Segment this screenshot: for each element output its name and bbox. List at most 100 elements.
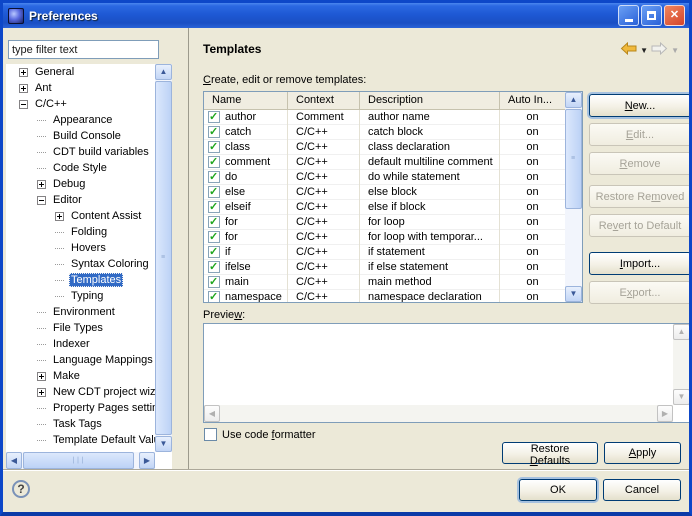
template-enabled-checkbox[interactable]	[208, 246, 220, 258]
help-button[interactable]: ?	[12, 480, 30, 498]
use-code-formatter-checkbox[interactable]	[204, 428, 217, 441]
scroll-down-icon[interactable]: ▼	[155, 436, 172, 452]
expand-icon[interactable]	[37, 180, 46, 189]
scrollbar-thumb[interactable]: ≡	[155, 81, 172, 435]
table-row[interactable]: elseifC/C++else if blockon	[204, 200, 566, 215]
table-row[interactable]: namespaceC/C++namespace declarationon	[204, 290, 566, 302]
scroll-down-icon[interactable]: ▼	[565, 286, 582, 302]
scrollbar-thumb[interactable]: ≡	[565, 109, 582, 209]
collapse-icon[interactable]	[19, 100, 28, 109]
tree-item-editor[interactable]: Editor	[6, 192, 155, 208]
scroll-up-icon[interactable]: ▲	[673, 324, 690, 340]
preview-vertical-scrollbar[interactable]: ▲ ▼	[673, 324, 690, 405]
tree-item-folding[interactable]: Folding	[6, 224, 155, 240]
tree-item-task-tags[interactable]: Task Tags	[6, 416, 155, 432]
expand-icon[interactable]	[55, 212, 64, 221]
preview-horizontal-scrollbar[interactable]: ◀ ▶	[204, 405, 673, 422]
revert-to-default-button[interactable]: Revert to Default	[589, 214, 691, 237]
close-button[interactable]: ✕	[664, 5, 685, 26]
expand-icon[interactable]	[19, 68, 28, 77]
export-button[interactable]: Export...	[589, 281, 691, 304]
tree-item-build-console[interactable]: Build Console	[6, 128, 155, 144]
preview-pane[interactable]: ▲ ▼ ◀ ▶	[203, 323, 691, 423]
tree-item-syntax-coloring[interactable]: Syntax Coloring	[6, 256, 155, 272]
tree-item-code-style[interactable]: Code Style	[6, 160, 155, 176]
tree-vertical-scrollbar[interactable]: ▲ ≡ ▼	[155, 64, 172, 452]
column-header-auto-insert[interactable]: Auto In...	[500, 92, 566, 109]
use-code-formatter-option[interactable]: Use code formatter	[204, 428, 316, 441]
maximize-button[interactable]	[641, 5, 662, 26]
template-enabled-checkbox[interactable]	[208, 201, 220, 213]
tree-item-general[interactable]: General	[6, 64, 155, 80]
template-enabled-checkbox[interactable]	[208, 216, 220, 228]
tree-item-property-pages-settings[interactable]: Property Pages settings	[6, 400, 155, 416]
expand-icon[interactable]	[37, 388, 46, 397]
scroll-right-icon[interactable]: ▶	[657, 405, 673, 422]
new-button[interactable]: New...	[589, 94, 691, 117]
table-vertical-scrollbar[interactable]: ▲ ≡ ▼	[565, 92, 582, 302]
table-row[interactable]: forC/C++for loop with temporar...on	[204, 230, 566, 245]
scrollbar-thumb[interactable]: ∣∣∣	[23, 452, 134, 469]
back-menu-chevron-icon[interactable]: ▼	[640, 46, 648, 55]
table-row[interactable]: authorCommentauthor nameon	[204, 110, 566, 125]
tree-item-templates-selected[interactable]: Templates	[6, 272, 155, 288]
tree-item-template-default-values[interactable]: Template Default Values	[6, 432, 155, 448]
scroll-left-icon[interactable]: ◀	[6, 452, 22, 469]
tree-item-new-cdt-project-wizard[interactable]: New CDT project wizard	[6, 384, 155, 400]
tree-item-typing[interactable]: Typing	[6, 288, 155, 304]
table-row[interactable]: catchC/C++catch blockon	[204, 125, 566, 140]
tree-item-environment[interactable]: Environment	[6, 304, 155, 320]
cancel-button[interactable]: Cancel	[603, 479, 681, 501]
tree-item-content-assist[interactable]: Content Assist	[6, 208, 155, 224]
back-icon[interactable]	[620, 42, 637, 58]
template-enabled-checkbox[interactable]	[208, 126, 220, 138]
filter-input[interactable]	[8, 40, 159, 59]
template-enabled-checkbox[interactable]	[208, 111, 220, 123]
template-enabled-checkbox[interactable]	[208, 186, 220, 198]
table-row[interactable]: forC/C++for loopon	[204, 215, 566, 230]
template-enabled-checkbox[interactable]	[208, 291, 220, 302]
expand-icon[interactable]	[19, 84, 28, 93]
tree-item-indexer[interactable]: Indexer	[6, 336, 155, 352]
edit-button[interactable]: Edit...	[589, 123, 691, 146]
scroll-right-icon[interactable]: ▶	[139, 452, 155, 469]
import-button[interactable]: Import...	[589, 252, 691, 275]
apply-button[interactable]: Apply	[604, 442, 681, 464]
tree-item-cdt-build-variables[interactable]: CDT build variables	[6, 144, 155, 160]
column-header-name[interactable]: Name	[204, 92, 288, 109]
template-enabled-checkbox[interactable]	[208, 261, 220, 273]
table-row[interactable]: mainC/C++main methodon	[204, 275, 566, 290]
table-row[interactable]: doC/C++do while statementon	[204, 170, 566, 185]
scroll-up-icon[interactable]: ▲	[565, 92, 582, 108]
table-row[interactable]: ifC/C++if statementon	[204, 245, 566, 260]
table-row[interactable]: elseC/C++else blockon	[204, 185, 566, 200]
ok-button[interactable]: OK	[519, 479, 597, 501]
preview-content[interactable]	[206, 326, 671, 403]
remove-button[interactable]: Remove	[589, 152, 691, 175]
tree-item-appearance[interactable]: Appearance	[6, 112, 155, 128]
scroll-down-icon[interactable]: ▼	[673, 389, 690, 405]
expand-icon[interactable]	[37, 372, 46, 381]
tree-item-hovers[interactable]: Hovers	[6, 240, 155, 256]
column-header-description[interactable]: Description	[360, 92, 500, 109]
template-enabled-checkbox[interactable]	[208, 276, 220, 288]
restore-removed-button[interactable]: Restore Removed	[589, 185, 691, 208]
tree-item-ant[interactable]: Ant	[6, 80, 155, 96]
table-row[interactable]: commentC/C++default multiline commenton	[204, 155, 566, 170]
table-row[interactable]: classC/C++class declarationon	[204, 140, 566, 155]
template-enabled-checkbox[interactable]	[208, 231, 220, 243]
restore-defaults-button[interactable]: Restore Defaults	[502, 442, 598, 464]
tree-item-c-cpp[interactable]: C/C++	[6, 96, 155, 112]
collapse-icon[interactable]	[37, 196, 46, 205]
tree-item-language-mappings[interactable]: Language Mappings	[6, 352, 155, 368]
forward-icon[interactable]	[651, 42, 668, 58]
scroll-left-icon[interactable]: ◀	[204, 405, 220, 422]
tree-item-make[interactable]: Make	[6, 368, 155, 384]
column-header-context[interactable]: Context	[288, 92, 360, 109]
template-enabled-checkbox[interactable]	[208, 141, 220, 153]
tree-horizontal-scrollbar[interactable]: ◀ ∣∣∣ ▶	[6, 452, 155, 469]
title-bar[interactable]: Preferences ✕	[3, 3, 689, 28]
minimize-button[interactable]	[618, 5, 639, 26]
table-row[interactable]: ifelseC/C++if else statementon	[204, 260, 566, 275]
scroll-up-icon[interactable]: ▲	[155, 64, 172, 80]
